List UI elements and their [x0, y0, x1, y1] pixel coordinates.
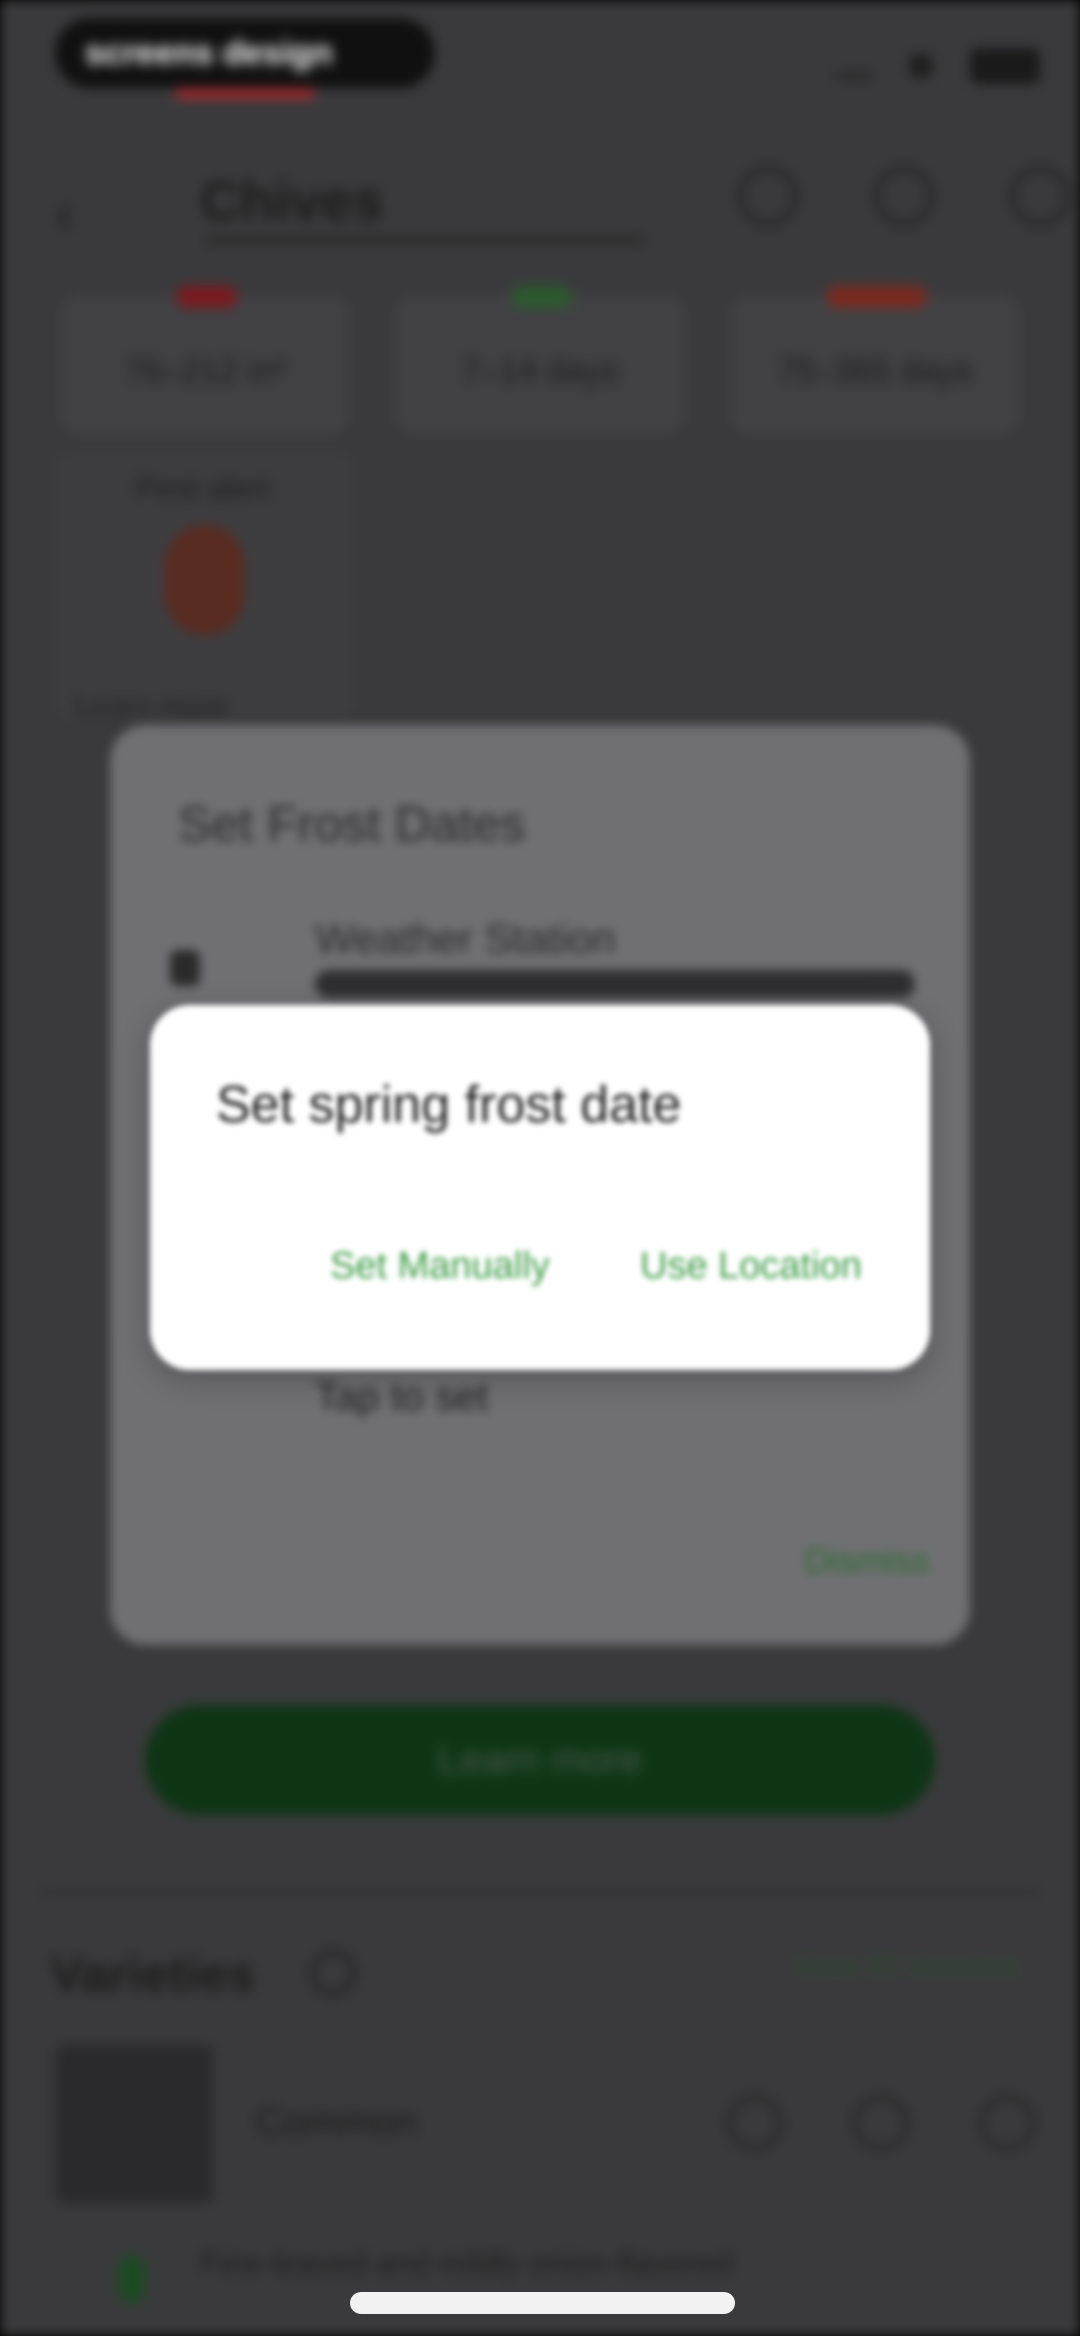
weather-station-subtitle: [315, 970, 915, 998]
use-location-button[interactable]: Use Location: [640, 1245, 862, 1288]
dismiss-button[interactable]: Dismiss: [804, 1540, 930, 1582]
dialog-title: Set spring frost date: [216, 1076, 682, 1134]
location-icon: [170, 950, 200, 986]
spring-frost-dialog: Set spring frost date Set Manually Use L…: [150, 1005, 930, 1370]
dialog-title: Set Frost Dates: [178, 796, 526, 852]
weather-station-option[interactable]: Weather Station: [315, 915, 615, 963]
home-indicator[interactable]: [350, 2292, 735, 2314]
set-manually-button[interactable]: Set Manually: [330, 1245, 550, 1288]
tap-to-set-label[interactable]: Tap to set: [315, 1375, 488, 1420]
